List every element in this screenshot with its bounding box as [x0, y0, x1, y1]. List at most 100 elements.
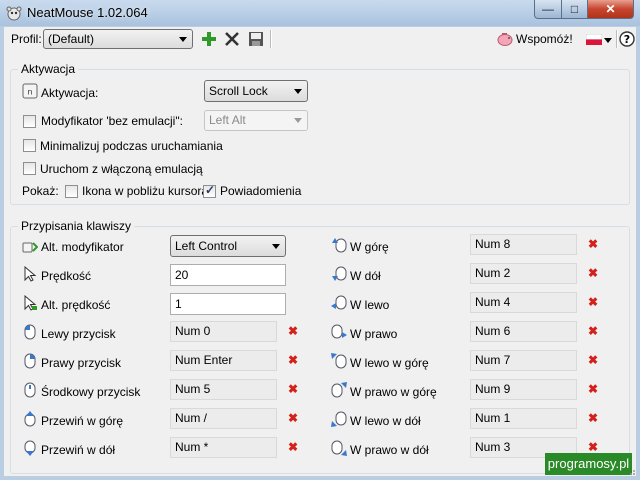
cursor-icon-label: Ikona w pobliżu kursora: [82, 184, 209, 198]
cursor-icon-checkbox[interactable]: [65, 185, 78, 198]
move-up-icon: [332, 238, 347, 253]
show-label: Pokaż:: [22, 184, 59, 198]
binding-label: W prawo w górę: [350, 385, 437, 399]
app-window: NeatMouse 1.02.064 — □ ✕ Profil: (Defaul…: [0, 0, 640, 480]
binding-label: W górę: [350, 240, 389, 254]
poland-flag-icon: [586, 34, 602, 45]
save-icon[interactable]: [247, 30, 265, 48]
start-emulation-label: Uruchom z włączoną emulacją: [40, 162, 203, 176]
profile-label: Profil:: [11, 32, 42, 46]
close-button[interactable]: ✕: [587, 0, 634, 19]
binding-key-field[interactable]: Num 0: [170, 321, 277, 342]
clear-icon[interactable]: ✖: [588, 296, 598, 308]
svg-text:n: n: [27, 88, 32, 97]
mouse-middle-button-icon: [24, 382, 36, 398]
language-selector[interactable]: [584, 29, 614, 49]
binding-key-field[interactable]: Num /: [170, 408, 277, 429]
activation-group-title: Aktywacja: [18, 62, 79, 76]
alt-speed-value: 1: [175, 297, 182, 311]
chevron-down-icon: [272, 244, 280, 249]
move-up-left-icon: [331, 353, 347, 369]
scroll-up-icon: [24, 411, 36, 427]
move-down-left-icon: [331, 411, 347, 427]
start-emulation-checkbox[interactable]: [23, 162, 36, 175]
donate-label: Wspomóż!: [516, 32, 573, 46]
clear-icon[interactable]: ✖: [588, 325, 598, 337]
help-icon[interactable]: ?: [618, 30, 636, 48]
alt-modifier-dropdown[interactable]: Left Control: [170, 235, 286, 257]
clear-icon[interactable]: ✖: [288, 412, 298, 424]
alt-speed-label: Alt. prędkość: [41, 298, 111, 312]
binding-label: W lewo w dół: [350, 414, 421, 428]
modifier-key-value: Left Alt: [209, 113, 246, 127]
clear-icon[interactable]: ✖: [288, 441, 298, 453]
binding-label: Lewy przycisk: [41, 327, 116, 341]
binding-label: W prawo w dół: [350, 443, 429, 457]
binding-label: W prawo: [350, 327, 398, 341]
move-down-icon: [332, 266, 347, 281]
donate-button[interactable]: Wspomóż!: [494, 29, 580, 49]
clear-icon[interactable]: ✖: [588, 412, 598, 424]
clear-icon[interactable]: ✖: [588, 441, 598, 453]
binding-key-field[interactable]: Num 5: [170, 379, 277, 400]
activation-key-dropdown[interactable]: Scroll Lock: [204, 80, 308, 102]
binding-key-field[interactable]: Num 9: [470, 379, 577, 400]
profile-dropdown[interactable]: (Default): [43, 29, 193, 49]
watermark: programosy.pl: [545, 453, 632, 475]
mouse-app-icon: [6, 6, 22, 21]
mouse-right-button-icon: [24, 353, 36, 369]
clear-icon[interactable]: ✖: [288, 354, 298, 366]
move-down-right-icon: [331, 440, 347, 456]
binding-key-field[interactable]: Num 6: [470, 321, 577, 342]
chevron-down-icon: [179, 37, 187, 42]
binding-label: W dół: [350, 269, 381, 283]
binding-label: Środkowy przycisk: [41, 385, 141, 399]
toolbar: Profil: (Default) Wspomóż! ?: [4, 27, 636, 52]
piggy-bank-icon: [497, 33, 513, 46]
minimize-label: Minimalizuj podczas uruchamiania: [40, 139, 223, 153]
resize-grip-icon[interactable]: [626, 466, 636, 476]
binding-label: Przewiń w górę: [41, 414, 124, 428]
chevron-down-icon: [294, 118, 302, 123]
binding-key-field[interactable]: Num 1: [470, 408, 577, 429]
modifier-checkbox[interactable]: [23, 115, 36, 128]
chevron-down-icon: [604, 38, 612, 43]
add-icon[interactable]: [200, 30, 218, 48]
clear-icon[interactable]: ✖: [588, 383, 598, 395]
activation-label: Aktywacja:: [41, 86, 99, 100]
move-up-right-icon: [331, 382, 347, 398]
activation-key-value: Scroll Lock: [209, 84, 268, 98]
alt-speed-input[interactable]: 1: [170, 293, 286, 315]
cursor-arrow-fast-icon: [24, 295, 37, 311]
profile-value: (Default): [48, 32, 95, 46]
svg-text:?: ?: [624, 33, 630, 46]
main-panel: Aktywacja n Aktywacja: Scroll Lock Modyf…: [4, 51, 636, 476]
binding-label: Przewiń w dół: [41, 443, 116, 457]
binding-key-field[interactable]: Num 8: [470, 234, 577, 255]
speed-value: 20: [175, 268, 189, 282]
title-bar[interactable]: NeatMouse 1.02.064 — □ ✕: [0, 0, 640, 26]
maximize-button[interactable]: □: [561, 0, 588, 19]
notifications-checkbox[interactable]: [203, 183, 216, 198]
speed-input[interactable]: 20: [170, 264, 286, 286]
clear-icon[interactable]: ✖: [588, 267, 598, 279]
clear-icon[interactable]: ✖: [588, 238, 598, 250]
minimize-checkbox[interactable]: [23, 139, 36, 152]
modifier-label: Modyfikator 'bez emulacji":: [41, 114, 183, 128]
binding-key-field[interactable]: Num 4: [470, 292, 577, 313]
binding-key-field[interactable]: Num *: [170, 437, 277, 458]
binding-key-field[interactable]: Num 7: [470, 350, 577, 371]
clear-icon[interactable]: ✖: [288, 383, 298, 395]
speed-label: Prędkość: [41, 269, 92, 283]
binding-label: W lewo w górę: [350, 356, 429, 370]
binding-key-field[interactable]: Num Enter: [170, 350, 277, 371]
minimize-button[interactable]: —: [534, 0, 562, 19]
move-left-icon: [331, 295, 347, 310]
notifications-label: Powiadomienia: [220, 184, 302, 198]
delete-icon[interactable]: [223, 30, 241, 48]
binding-key-field[interactable]: Num 2: [470, 263, 577, 284]
modifier-key-dropdown[interactable]: Left Alt: [204, 110, 308, 131]
clear-icon[interactable]: ✖: [588, 354, 598, 366]
clear-icon[interactable]: ✖: [288, 325, 298, 337]
alt-modifier-value: Left Control: [175, 239, 238, 253]
